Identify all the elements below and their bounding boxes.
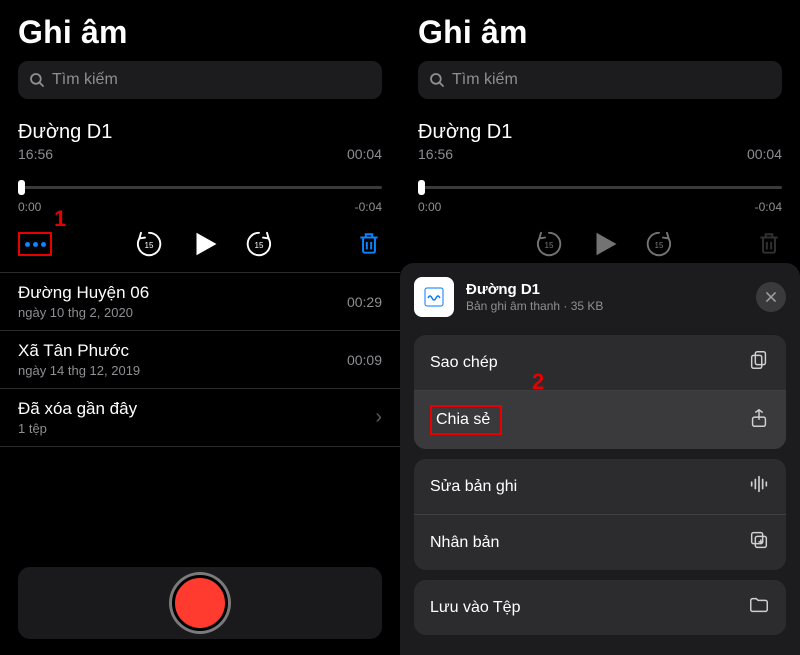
scrubber-knob[interactable] — [418, 180, 425, 195]
delete-button[interactable] — [756, 231, 782, 257]
copy-action[interactable]: Sao chép — [414, 335, 786, 391]
duplicate-action[interactable]: Nhân bản — [414, 515, 786, 570]
save-to-files-action[interactable]: Lưu vào Tệp — [414, 580, 786, 635]
action-label: Sửa bản ghi — [430, 478, 517, 496]
search-input[interactable]: Tìm kiếm — [418, 61, 782, 99]
action-label: Chia sẻ — [436, 411, 490, 428]
play-button[interactable] — [589, 229, 619, 259]
record-bar — [18, 567, 382, 639]
copy-icon — [748, 349, 770, 376]
trash-icon — [356, 231, 382, 257]
remaining-time: -0:04 — [755, 200, 782, 214]
skip-back-icon: 15 — [133, 228, 165, 260]
voice-memos-share-screen: Ghi âm Tìm kiếm Đường D1 16:56 00:04 0:0… — [400, 0, 800, 655]
list-item-date: ngày 10 thg 2, 2020 — [18, 305, 149, 320]
skip-forward-15-button[interactable]: 15 — [643, 228, 675, 260]
list-item-duration: 00:09 — [347, 352, 382, 368]
playback-scrubber[interactable] — [18, 178, 382, 198]
list-item[interactable]: Xã Tân Phước ngày 14 thg 12, 2019 00:09 — [0, 331, 400, 389]
elapsed-time: 0:00 — [418, 200, 441, 214]
selected-recording[interactable]: Đường D1 16:56 00:04 — [0, 113, 400, 166]
waveform-icon — [748, 473, 770, 500]
recording-name: Đường D1 — [418, 121, 782, 144]
sheet-menu-group-3: Lưu vào Tệp — [414, 580, 786, 635]
list-item-title: Xã Tân Phước — [18, 341, 140, 361]
share-icon — [748, 407, 770, 434]
scrubber-knob[interactable] — [18, 180, 25, 195]
sheet-menu-group-1: Sao chép Chia sẻ 2 — [414, 335, 786, 449]
skip-back-15-button[interactable]: 15 — [533, 228, 565, 260]
more-options-button[interactable] — [18, 232, 52, 256]
list-item-date: ngày 14 thg 12, 2019 — [18, 363, 140, 378]
sheet-menu-group-2: Sửa bản ghi Nhân bản — [414, 459, 786, 570]
play-icon — [589, 229, 619, 259]
skip-back-icon: 15 — [533, 228, 565, 260]
share-sheet: Đường D1 Bản ghi âm thanh · 35 KB Sao ch… — [400, 263, 800, 655]
close-button[interactable] — [756, 282, 786, 312]
recently-deleted-row[interactable]: Đã xóa gần đây 1 tệp › — [0, 389, 400, 447]
action-label: Sao chép — [430, 354, 498, 372]
delete-button[interactable] — [356, 231, 382, 257]
recording-time: 16:56 — [18, 146, 53, 162]
skip-back-15-button[interactable]: 15 — [133, 228, 165, 260]
share-action[interactable]: Chia sẻ 2 — [414, 391, 786, 449]
list-item-duration: 00:29 — [347, 294, 382, 310]
record-button[interactable] — [172, 575, 228, 631]
recording-name: Đường D1 — [18, 121, 382, 144]
sheet-file-title: Đường D1 — [466, 281, 603, 298]
recording-duration: 00:04 — [747, 146, 782, 162]
list-item-title: Đường Huyện 06 — [18, 283, 149, 303]
recordings-list: Đường Huyện 06 ngày 10 thg 2, 2020 00:29… — [0, 272, 400, 447]
voice-memos-list-screen: Ghi âm Tìm kiếm Đường D1 16:56 00:04 0:0… — [0, 0, 400, 655]
search-input[interactable]: Tìm kiếm — [18, 61, 382, 99]
trash-icon — [756, 231, 782, 257]
play-icon — [189, 229, 219, 259]
svg-text:15: 15 — [545, 241, 554, 250]
list-item[interactable]: Đường Huyện 06 ngày 10 thg 2, 2020 00:29 — [0, 273, 400, 331]
folder-icon — [748, 594, 770, 621]
svg-text:15: 15 — [655, 241, 664, 250]
action-label: Lưu vào Tệp — [430, 599, 520, 617]
edit-recording-action[interactable]: Sửa bản ghi — [414, 459, 786, 515]
search-icon — [428, 71, 446, 89]
recording-time: 16:56 — [418, 146, 453, 162]
svg-text:15: 15 — [255, 241, 264, 250]
selected-recording[interactable]: Đường D1 16:56 00:04 — [400, 113, 800, 166]
skip-forward-15-button[interactable]: 15 — [243, 228, 275, 260]
deleted-count: 1 tệp — [18, 421, 137, 436]
recording-duration: 00:04 — [347, 146, 382, 162]
search-placeholder: Tìm kiếm — [452, 71, 518, 89]
playback-scrubber[interactable] — [418, 178, 782, 198]
remaining-time: -0:04 — [355, 200, 382, 214]
page-title: Ghi âm — [0, 0, 400, 61]
duplicate-icon — [748, 529, 770, 556]
skip-forward-icon: 15 — [643, 228, 675, 260]
page-title: Ghi âm — [400, 0, 800, 61]
play-button[interactable] — [189, 229, 219, 259]
action-label: Nhân bản — [430, 534, 499, 552]
skip-forward-icon: 15 — [243, 228, 275, 260]
sheet-file-sub: Bản ghi âm thanh · 35 KB — [466, 299, 603, 313]
close-icon — [764, 290, 778, 304]
elapsed-time: 0:00 — [18, 200, 41, 214]
deleted-title: Đã xóa gần đây — [18, 399, 137, 419]
audio-file-icon — [414, 277, 454, 317]
search-placeholder: Tìm kiếm — [52, 71, 118, 89]
search-icon — [28, 71, 46, 89]
chevron-right-icon: › — [375, 406, 382, 429]
svg-text:15: 15 — [145, 241, 154, 250]
